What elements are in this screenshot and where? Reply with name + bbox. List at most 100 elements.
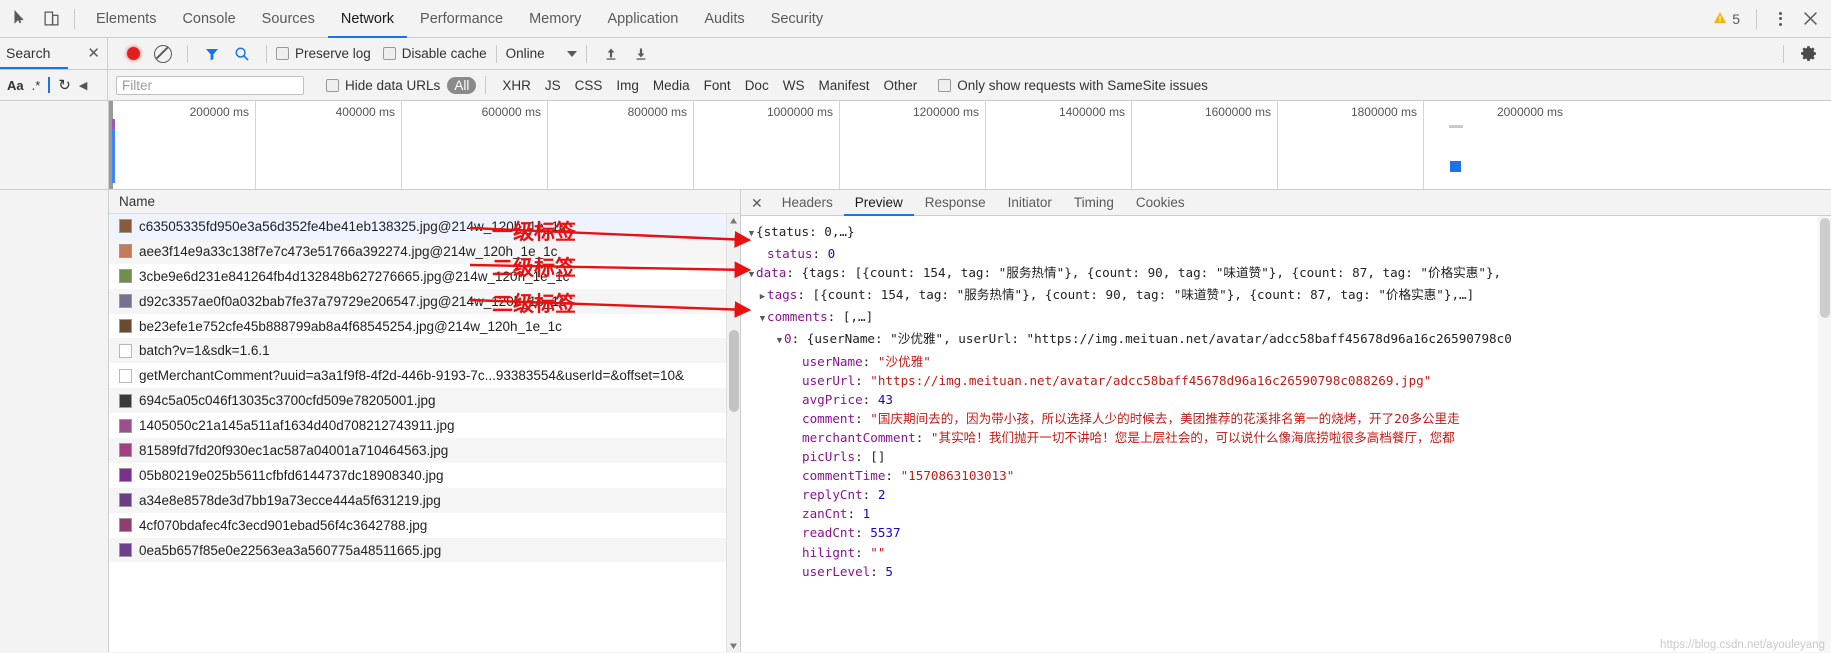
scroll-up-icon[interactable] <box>727 214 740 227</box>
record-button[interactable] <box>118 39 148 69</box>
json-line[interactable]: ▶ tags: [{count: 154, tag: "服务热情"}, {coun… <box>747 285 1831 307</box>
filter-type-doc[interactable]: Doc <box>738 77 776 94</box>
import-har-icon[interactable] <box>596 39 626 69</box>
device-toolbar-icon[interactable] <box>36 4 66 34</box>
preserve-log-checkbox[interactable]: Preserve log <box>276 46 371 61</box>
detail-tab-response[interactable]: Response <box>914 190 997 216</box>
table-row[interactable]: 05b80219e025b5611cfbfd6144737dc18908340.… <box>109 463 740 488</box>
detail-tab-cookies[interactable]: Cookies <box>1125 190 1196 216</box>
tab-application[interactable]: Application <box>594 0 691 38</box>
detail-tab-preview[interactable]: Preview <box>843 190 914 216</box>
filter-type-ws[interactable]: WS <box>776 77 812 94</box>
column-header-name[interactable]: Name <box>109 190 740 214</box>
close-search-icon[interactable]: ✕ <box>87 46 100 61</box>
search-requests-icon[interactable] <box>227 39 257 69</box>
table-row[interactable]: d92c3357ae0f0a032bab7fe37a79729e206547.j… <box>109 288 740 314</box>
table-row[interactable]: 694c5a05c046f13035c3700cfd509e78205001.j… <box>109 388 740 414</box>
table-row[interactable]: 0ea5b657f85e0e22563ea3a560775a48511665.j… <box>109 537 740 563</box>
regex-toggle[interactable]: .* <box>29 78 44 93</box>
network-overview[interactable]: 200000 ms 400000 ms 600000 ms 800000 ms … <box>0 101 1831 190</box>
filter-type-xhr[interactable]: XHR <box>495 77 538 94</box>
close-detail-icon[interactable]: ✕ <box>749 196 771 210</box>
table-row[interactable]: 1405050c21a145a511af1634d40d708212743911… <box>109 413 740 438</box>
scroll-down-icon[interactable] <box>727 639 740 652</box>
table-row[interactable]: 4cf070bdafec4fc3ecd901ebad56f4c3642788.j… <box>109 513 740 538</box>
filter-type-other[interactable]: Other <box>876 77 924 94</box>
filter-type-media[interactable]: Media <box>646 77 697 94</box>
hide-data-urls-checkbox[interactable]: Hide data URLs <box>326 78 440 93</box>
json-line[interactable]: ▼ data: {tags: [{count: 154, tag: "服务热情"}… <box>747 263 1831 285</box>
json-line[interactable]: zanCnt: 1 <box>747 504 1831 523</box>
request-list-scroll-thumb[interactable] <box>729 330 739 412</box>
gear-icon[interactable] <box>1793 39 1823 69</box>
expanded-triangle-icon[interactable]: ▼ <box>758 310 767 329</box>
tab-sources[interactable]: Sources <box>249 0 328 38</box>
filter-type-img[interactable]: Img <box>609 77 646 94</box>
json-line[interactable]: avgPrice: 43 <box>747 390 1831 409</box>
filter-type-css[interactable]: CSS <box>568 77 610 94</box>
json-line[interactable]: userUrl: "https://img.meituan.net/avatar… <box>747 371 1831 390</box>
json-line[interactable]: merchantComment: "其实哈！我们抛开一切不讲哈！您是上层社会的，… <box>747 428 1831 447</box>
disable-cache-box[interactable] <box>382 47 396 60</box>
table-row[interactable]: a34e8e8578de3d7bb19a73ecce444a5f631219.j… <box>109 487 740 513</box>
json-line[interactable]: commentTime: "1570863103013" <box>747 466 1831 485</box>
table-row[interactable]: be23efe1e752cfe45b888799ab8a4f68545254.j… <box>109 314 740 339</box>
overview-timeline[interactable]: 200000 ms 400000 ms 600000 ms 800000 ms … <box>109 101 1831 189</box>
preserve-log-box[interactable] <box>276 47 289 60</box>
samesite-issues-checkbox[interactable]: Only show requests with SameSite issues <box>938 78 1208 93</box>
filter-type-js[interactable]: JS <box>538 77 568 94</box>
detail-scrollbar[interactable] <box>1818 216 1831 652</box>
json-line[interactable]: picUrls: [] <box>747 447 1831 466</box>
close-devtools-icon[interactable] <box>1795 4 1825 34</box>
more-options-icon[interactable] <box>1765 4 1795 34</box>
export-har-icon[interactable] <box>626 39 656 69</box>
detail-scroll-thumb[interactable] <box>1820 218 1830 318</box>
json-line[interactable]: ▼ comments: [,…] <box>747 307 1831 329</box>
table-row[interactable]: batch?v=1&sdk=1.6.1 <box>109 338 740 364</box>
expanded-triangle-icon[interactable]: ▼ <box>747 266 756 285</box>
json-line[interactable]: userLevel: 5 <box>747 562 1831 581</box>
filter-input[interactable] <box>116 75 304 95</box>
warning-counter[interactable]: 5 <box>1705 11 1748 27</box>
json-line[interactable]: userName: "沙优雅" <box>747 352 1831 371</box>
table-row[interactable]: 81589fd7fd20f930ec1ac587a04001a710464563… <box>109 438 740 463</box>
tab-console[interactable]: Console <box>169 0 248 38</box>
throttling-select[interactable]: Online <box>506 46 577 61</box>
disable-cache-checkbox[interactable]: Disable cache <box>382 46 487 61</box>
match-case-toggle[interactable]: Aa <box>4 78 27 93</box>
json-line[interactable]: comment: "国庆期间去的，因为带小孩，所以选择人少的时候去，美团推荐的花… <box>747 409 1831 428</box>
filter-type-manifest[interactable]: Manifest <box>811 77 876 94</box>
detail-tab-timing[interactable]: Timing <box>1063 190 1125 216</box>
samesite-issues-box[interactable] <box>938 78 952 92</box>
tab-audits[interactable]: Audits <box>691 0 757 38</box>
detail-tab-initiator[interactable]: Initiator <box>997 190 1063 216</box>
expanded-triangle-icon[interactable]: ▼ <box>747 225 756 244</box>
tab-memory[interactable]: Memory <box>516 0 594 38</box>
tab-performance[interactable]: Performance <box>407 0 516 38</box>
clear-search-icon[interactable]: ◀ <box>76 79 90 92</box>
filter-type-font[interactable]: Font <box>697 77 738 94</box>
filter-type-all[interactable]: All <box>447 76 477 94</box>
request-list-scrollbar[interactable] <box>726 214 740 652</box>
table-row[interactable]: getMerchantComment?uuid=a3a1f9f8-4f2d-44… <box>109 363 740 388</box>
expanded-triangle-icon[interactable]: ▼ <box>775 332 784 351</box>
tab-elements[interactable]: Elements <box>83 0 169 38</box>
refresh-search-icon[interactable]: ↻ <box>55 76 74 94</box>
json-line[interactable]: replyCnt: 2 <box>747 485 1831 504</box>
collapsed-triangle-icon[interactable]: ▶ <box>758 288 767 307</box>
table-row[interactable]: aee3f14e9a33c138f7e7c473e51766a392274.jp… <box>109 238 740 264</box>
table-row[interactable]: 3cbe9e6d231e841264fb4d132848b627276665.j… <box>109 264 740 289</box>
json-line[interactable]: ▼ {status: 0,…} <box>747 222 1831 244</box>
json-line[interactable]: readCnt: 5537 <box>747 523 1831 542</box>
hide-data-urls-box[interactable] <box>326 78 339 92</box>
table-row[interactable]: c63505335fd950e3a56d352fe4be41eb138325.j… <box>109 214 740 239</box>
json-line[interactable]: status: 0 <box>747 244 1831 263</box>
clear-requests-icon[interactable] <box>148 39 178 69</box>
inspect-element-icon[interactable] <box>6 4 36 34</box>
tab-network[interactable]: Network <box>327 0 408 38</box>
json-line[interactable]: hilignt: "" <box>747 543 1831 562</box>
json-preview-tree[interactable]: ▼ {status: 0,…} status: 0 ▼ data: {tags: [{c… <box>741 216 1831 652</box>
filter-funnel-icon[interactable] <box>197 39 227 69</box>
tab-security[interactable]: Security <box>758 0 836 38</box>
detail-tab-headers[interactable]: Headers <box>771 190 844 216</box>
